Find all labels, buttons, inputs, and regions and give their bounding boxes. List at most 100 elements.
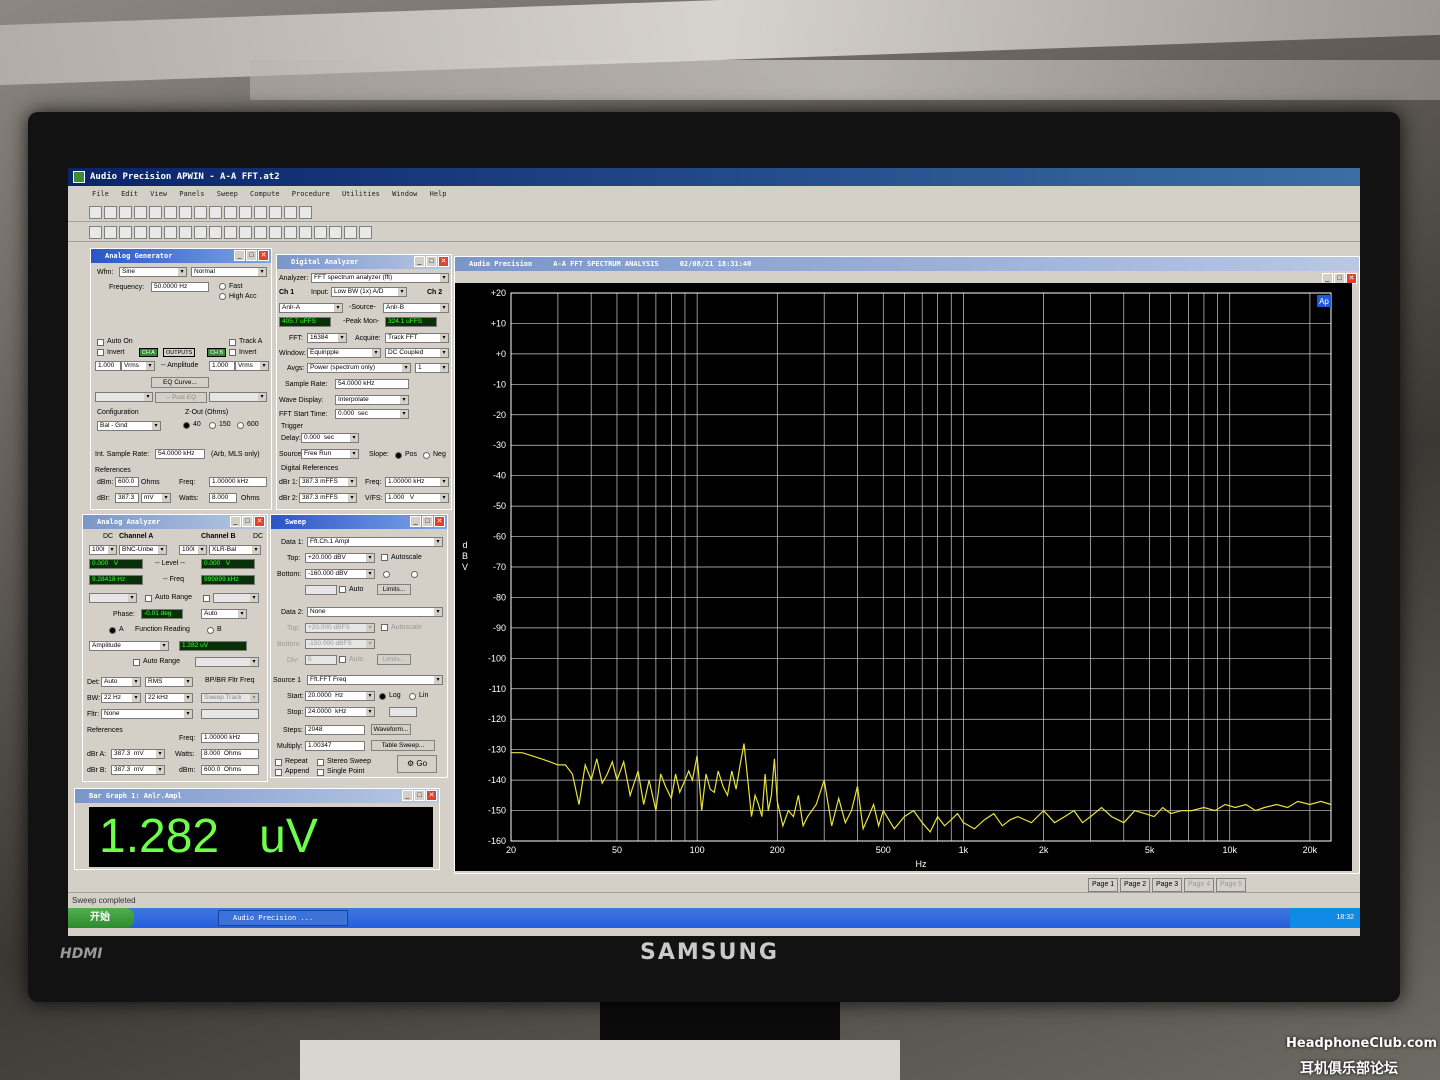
save-icon[interactable] <box>119 206 132 219</box>
single-point-checkbox[interactable] <box>317 769 324 776</box>
maximize-icon[interactable]: □ <box>242 516 253 527</box>
amplitude-b-unit[interactable]: Vrms <box>235 361 269 371</box>
panel-icon[interactable] <box>254 206 267 219</box>
autoscale2-checkbox[interactable] <box>381 624 388 631</box>
function-a-radio[interactable] <box>109 627 116 634</box>
range-b-select[interactable]: 100I <box>179 545 207 555</box>
panel-icon[interactable] <box>239 206 252 219</box>
panel-icon[interactable] <box>179 226 192 239</box>
auto-range-checkbox[interactable] <box>145 595 152 602</box>
dbr2-input[interactable]: 387.3 mFFS <box>299 493 357 503</box>
div-input[interactable] <box>305 585 337 595</box>
wfm-select[interactable]: Sine <box>119 267 187 277</box>
graph-icon[interactable] <box>134 226 147 239</box>
menu-view[interactable]: View <box>146 190 171 198</box>
amplitude-a-input[interactable]: 1.000 <box>95 361 121 371</box>
go-button[interactable]: ⚙ Go <box>397 755 437 773</box>
menu-edit[interactable]: Edit <box>117 190 142 198</box>
panel-icon[interactable] <box>194 226 207 239</box>
zout-40-radio[interactable] <box>183 422 190 429</box>
minimize-icon[interactable]: _ <box>230 516 241 527</box>
panel-icon[interactable] <box>269 226 282 239</box>
zout-150-radio[interactable] <box>209 422 216 429</box>
page-tab-2[interactable]: Page 2 <box>1120 878 1151 892</box>
freq-ref-input[interactable]: 1.00000 kHz <box>209 477 267 487</box>
log-radio[interactable] <box>379 693 386 700</box>
maximize-icon[interactable]: □ <box>422 516 433 527</box>
minimize-icon[interactable]: _ <box>414 256 425 267</box>
lin-radio[interactable] <box>409 693 416 700</box>
ch-b-output-toggle[interactable]: CH B <box>207 348 227 357</box>
menu-file[interactable]: File <box>88 190 113 198</box>
print-icon[interactable] <box>134 206 147 219</box>
top2-input[interactable]: +20.000 dBFS <box>305 623 375 633</box>
menu-window[interactable]: Window <box>388 190 421 198</box>
menu-sweep[interactable]: Sweep <box>213 190 242 198</box>
amplitude-a-unit[interactable]: Vrms <box>121 361 155 371</box>
slope-pos-radio[interactable] <box>395 452 402 459</box>
eq-right-select[interactable] <box>209 392 267 402</box>
outputs-toggle[interactable]: OUTPUTS <box>163 348 196 357</box>
maximize-icon[interactable]: □ <box>246 250 257 261</box>
eq-curve-button[interactable]: EQ Curve... <box>151 377 209 388</box>
stop-input[interactable]: 24.0000 kHz <box>305 707 375 717</box>
digital-freq-input[interactable]: 1.00000 kHz <box>385 477 449 487</box>
phase-mode-select[interactable]: Auto <box>201 609 247 619</box>
table-sweep-button[interactable]: Table Sweep... <box>371 740 435 751</box>
bottom-input[interactable]: -160.000 dBV <box>305 569 375 579</box>
data1-select[interactable]: Fft.Ch.1 Ampl <box>307 537 443 547</box>
close-icon[interactable]: ✕ <box>426 790 437 801</box>
minimize-icon[interactable]: _ <box>402 790 413 801</box>
sample-rate-input[interactable]: 54.0000 kHz <box>335 379 409 389</box>
preview-icon[interactable] <box>149 206 162 219</box>
panel-icon[interactable] <box>314 226 327 239</box>
dbr-a-input[interactable]: 387.3 mV <box>111 749 165 759</box>
source-a-select[interactable]: Anlr-A <box>279 303 343 313</box>
undo-icon[interactable] <box>209 206 222 219</box>
sweep-track-select[interactable]: Sweep Track <box>201 693 259 703</box>
auto-range2-checkbox[interactable] <box>133 659 140 666</box>
slope-neg-radio[interactable] <box>423 452 430 459</box>
dbr-unit-select[interactable]: mV <box>141 493 171 503</box>
panel-icon[interactable] <box>344 226 357 239</box>
top-input[interactable]: +20.000 dBV <box>305 553 375 563</box>
limits-button[interactable]: Limits... <box>377 584 411 595</box>
generator-icon[interactable] <box>89 226 102 239</box>
close-icon[interactable]: ✕ <box>434 516 445 527</box>
eq-left-select[interactable] <box>95 392 153 402</box>
panel-icon[interactable] <box>224 226 237 239</box>
det-select[interactable]: Auto <box>101 677 141 687</box>
high-acc-radio[interactable] <box>219 293 226 300</box>
limits2-button[interactable]: Limits... <box>377 654 411 665</box>
range-a-select[interactable]: 100I <box>89 545 117 555</box>
watts-input[interactable]: 8.000 <box>209 493 237 503</box>
configuration-select[interactable]: Bal - Gnd <box>97 421 161 431</box>
dbr1-input[interactable]: 387.3 mFFS <box>299 477 357 487</box>
panel-icon[interactable] <box>149 226 162 239</box>
menu-compute[interactable]: Compute <box>246 190 284 198</box>
maximize-icon[interactable]: □ <box>426 256 437 267</box>
sweep-icon[interactable] <box>119 226 132 239</box>
redo-icon[interactable] <box>224 206 237 219</box>
acquire-select[interactable]: Track FFT <box>385 333 449 343</box>
page-tab-5[interactable]: Page 5 <box>1216 878 1247 892</box>
fltr-freq-input[interactable] <box>201 709 259 719</box>
panel-icon[interactable] <box>359 226 372 239</box>
dbr-b-input[interactable]: 387.3 mV <box>111 765 165 775</box>
function-select[interactable]: Amplitude <box>89 641 169 651</box>
stereo-sweep-checkbox[interactable] <box>317 759 324 766</box>
fft-start-input[interactable]: 0.000 sec <box>335 409 409 419</box>
autoscale-checkbox[interactable] <box>381 554 388 561</box>
analyzer-freq-ref-input[interactable]: 1.00000 kHz <box>201 733 259 743</box>
panel-icon[interactable] <box>254 226 267 239</box>
steps-input[interactable]: 2048 <box>305 725 365 735</box>
input-select[interactable]: Low BW (1x) A/D <box>331 287 407 297</box>
auto-range-b-checkbox[interactable] <box>203 595 210 602</box>
minimize-icon[interactable]: _ <box>234 250 245 261</box>
start-input[interactable]: 20.0000 Hz <box>305 691 375 701</box>
maximize-icon[interactable]: □ <box>414 790 425 801</box>
window-select[interactable]: Equiripple <box>307 348 381 358</box>
cut-icon[interactable] <box>164 206 177 219</box>
start-button[interactable]: 开始 <box>68 908 134 928</box>
menu-utilities[interactable]: Utilities <box>338 190 384 198</box>
